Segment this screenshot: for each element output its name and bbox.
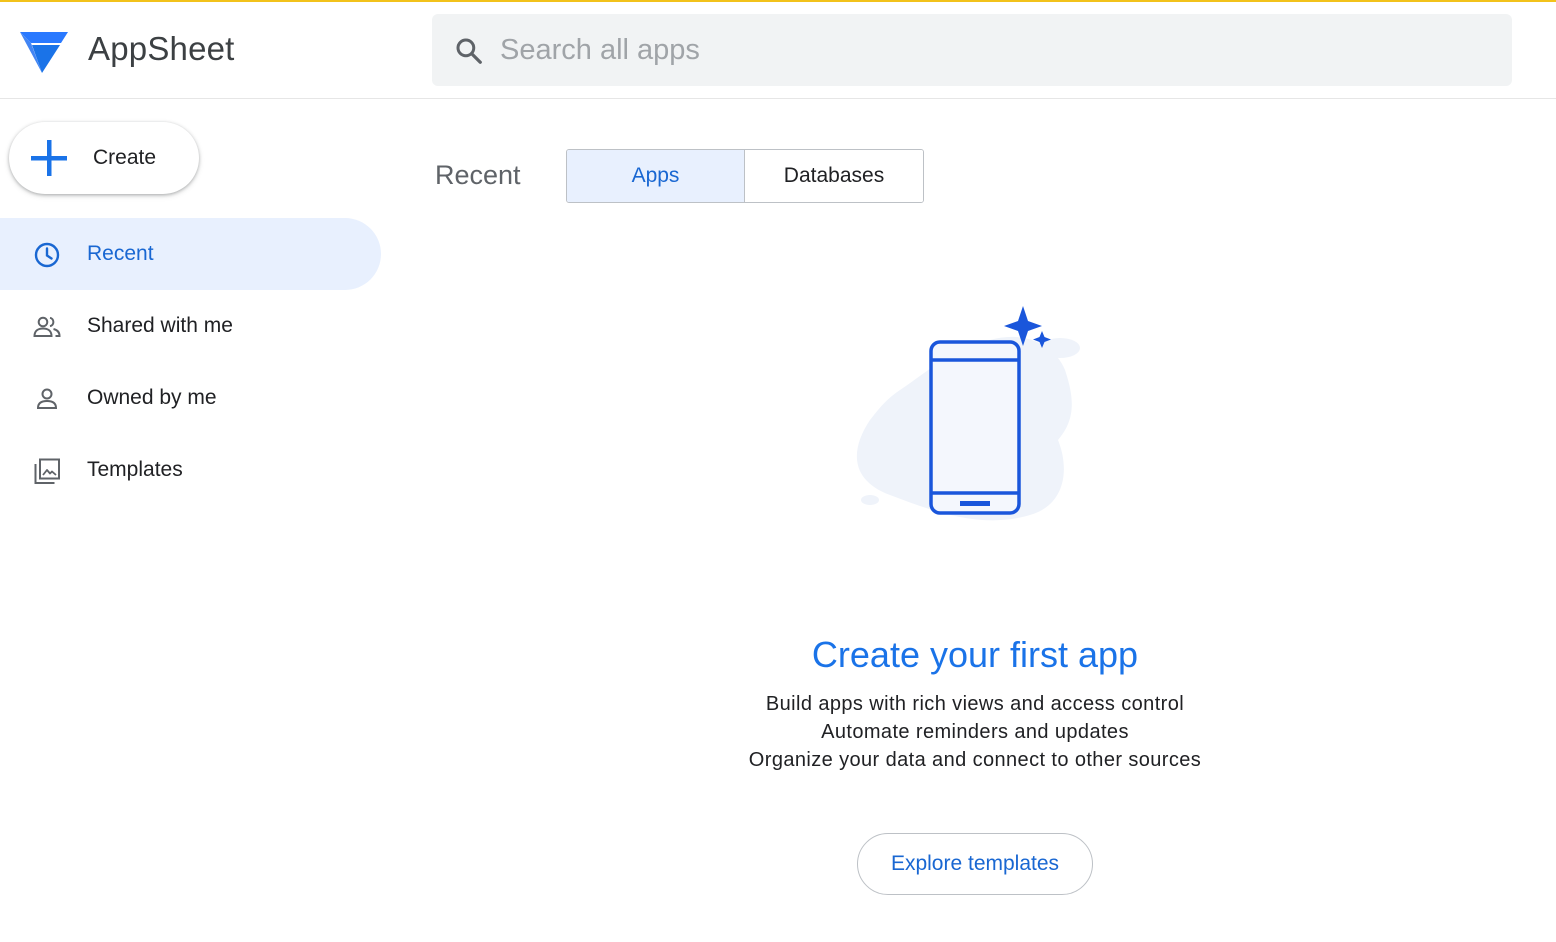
sidebar-item-label: Shared with me bbox=[87, 314, 233, 337]
app-title: AppSheet bbox=[88, 30, 235, 67]
content-type-toggle: Apps Databases bbox=[566, 149, 924, 203]
section-title: Recent bbox=[435, 160, 521, 190]
sidebar-item-templates[interactable]: Templates bbox=[0, 434, 381, 506]
sidebar-item-label: Owned by me bbox=[87, 386, 217, 409]
sidebar-item-recent[interactable]: Recent bbox=[0, 218, 381, 290]
feature-line: Organize your data and connect to other … bbox=[748, 749, 1202, 771]
appsheet-logo-icon[interactable] bbox=[18, 29, 70, 75]
people-icon bbox=[33, 316, 61, 337]
create-button[interactable]: Create bbox=[9, 122, 199, 194]
empty-state-title: Create your first app bbox=[811, 634, 1139, 675]
sidebar-item-shared-with-me[interactable]: Shared with me bbox=[0, 290, 381, 362]
sidebar-item-label: Recent bbox=[87, 242, 154, 265]
person-icon bbox=[36, 388, 58, 409]
feature-line: Automate reminders and updates bbox=[821, 721, 1129, 743]
phone-illustration-icon bbox=[856, 306, 1080, 521]
search-icon bbox=[456, 38, 482, 64]
plus-icon bbox=[31, 140, 67, 176]
sidebar-item-label: Templates bbox=[87, 458, 183, 481]
clock-icon bbox=[34, 242, 60, 268]
empty-state-description: Build apps with rich views and access co… bbox=[640, 690, 1310, 774]
feature-line: Build apps with rich views and access co… bbox=[765, 693, 1185, 715]
explore-templates-button[interactable]: Explore templates bbox=[857, 833, 1093, 895]
tab-databases[interactable]: Databases bbox=[745, 150, 923, 202]
tab-apps[interactable]: Apps bbox=[567, 150, 745, 202]
sidebar-item-owned-by-me[interactable]: Owned by me bbox=[0, 362, 381, 434]
app-header: AppSheet bbox=[0, 2, 1556, 99]
search-input[interactable] bbox=[500, 28, 1480, 72]
create-label: Create bbox=[93, 146, 157, 169]
gallery-icon bbox=[34, 458, 60, 484]
search-bar[interactable] bbox=[432, 14, 1512, 86]
sidebar-nav: Recent Shared with me Owned by me Templa… bbox=[0, 218, 381, 506]
